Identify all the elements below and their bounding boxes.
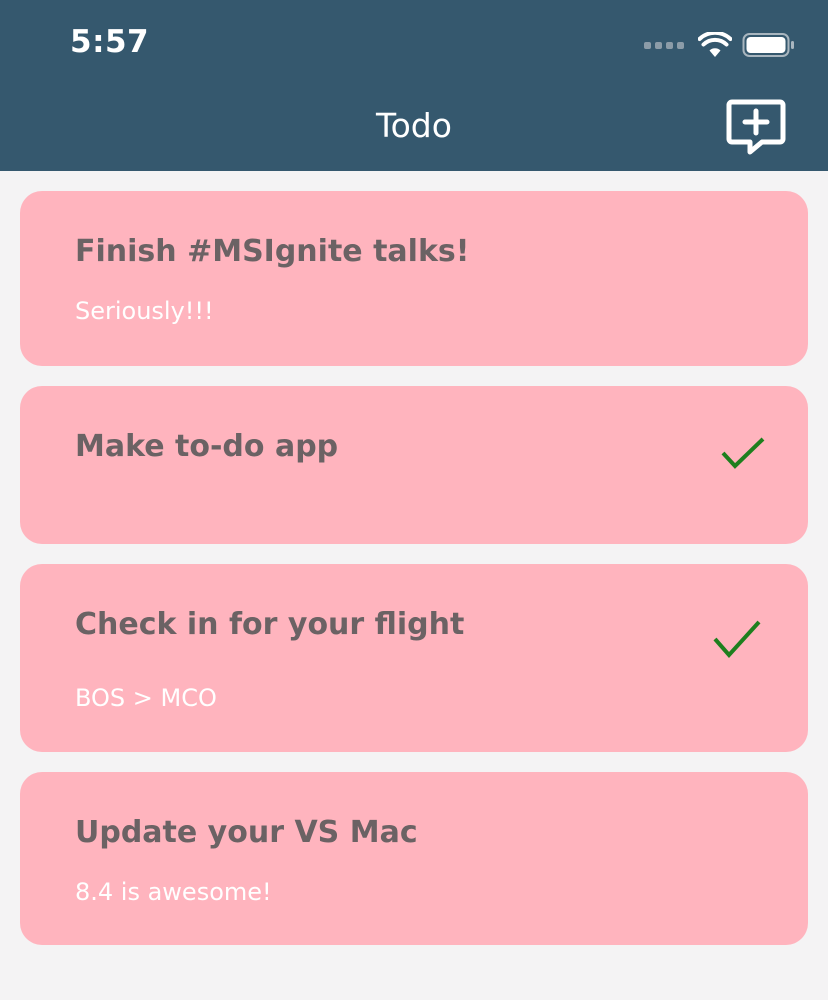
add-comment-icon [726,99,786,155]
todo-subtitle: Seriously!!! [75,297,214,325]
todo-title: Check in for your flight [75,607,465,642]
todo-title: Make to-do app [75,429,339,464]
status-bar-icons [644,30,796,60]
wifi-icon [698,32,732,57]
todo-card[interactable]: Check in for your flight BOS > MCO [20,564,808,752]
page-title: Todo [376,106,452,145]
todo-title: Finish #MSIgnite talks! [75,234,470,269]
navigation-header: 5:57 Todo [0,0,828,171]
todo-card[interactable]: Make to-do app [20,386,808,544]
battery-icon [742,33,794,57]
todo-title: Update your VS Mac [75,815,418,850]
todo-card[interactable]: Update your VS Mac 8.4 is awesome! [20,772,808,945]
status-bar-time: 5:57 [70,24,150,60]
checkmark-icon [713,620,761,659]
cellular-signal-icon [644,41,684,49]
todo-subtitle: BOS > MCO [75,684,217,712]
add-todo-button[interactable] [726,98,786,156]
checkmark-icon [721,437,765,469]
todo-subtitle: 8.4 is awesome! [75,878,272,906]
todo-card[interactable]: Finish #MSIgnite talks! Seriously!!! [20,191,808,366]
